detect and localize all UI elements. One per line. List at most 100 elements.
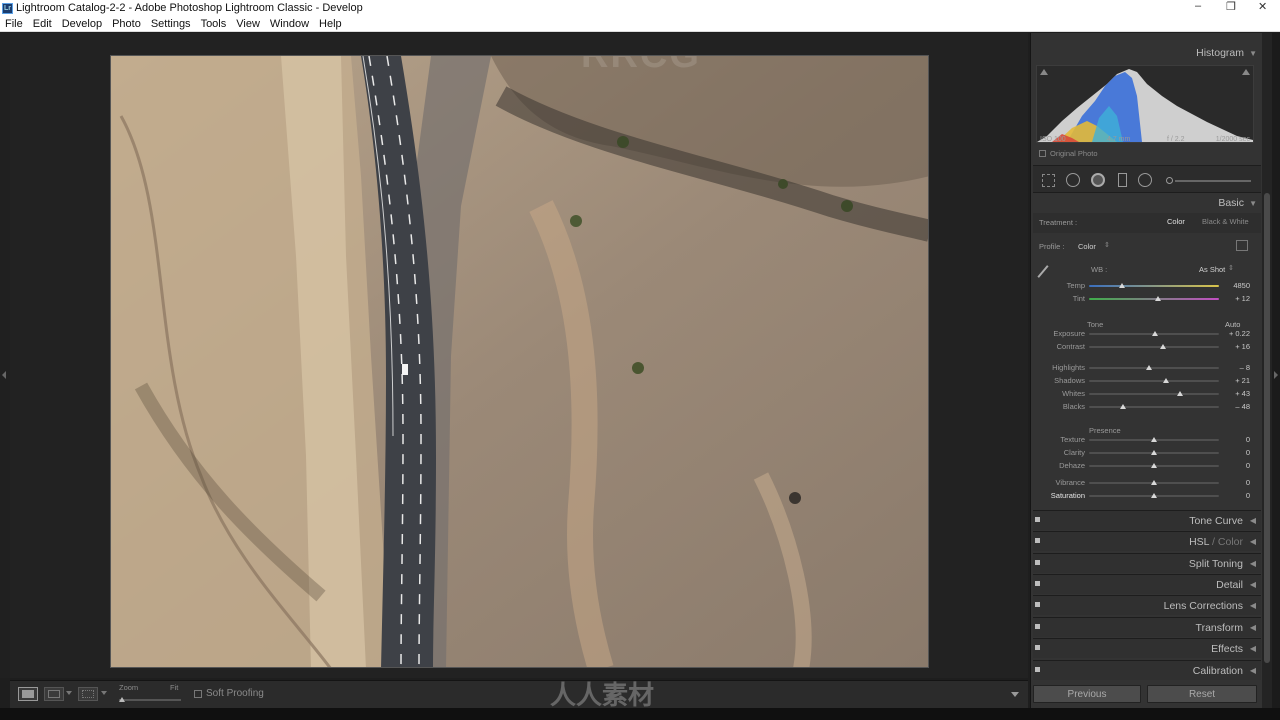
survey-view-button[interactable] — [78, 687, 98, 701]
temp-slider-thumb[interactable] — [1118, 283, 1125, 288]
zoom-slider-thumb[interactable] — [119, 697, 125, 702]
exposure-value[interactable]: + 0.22 — [1214, 329, 1250, 338]
saturation-slider-thumb[interactable] — [1151, 493, 1157, 498]
profile-chevron-icon[interactable]: ⇕ — [1104, 241, 1110, 249]
contrast-slider[interactable] — [1089, 344, 1219, 349]
dehaze-slider-thumb[interactable] — [1151, 463, 1157, 468]
dehaze-slider[interactable] — [1089, 463, 1219, 468]
profile-browser-grid-icon[interactable] — [1236, 240, 1248, 251]
soft-proofing-checkbox[interactable] — [194, 690, 202, 698]
panel-toggle-icon[interactable] — [1035, 560, 1040, 565]
menu-settings[interactable]: Settings — [146, 18, 196, 30]
dehaze-value[interactable]: 0 — [1214, 461, 1250, 470]
spot-removal-icon[interactable] — [1066, 173, 1080, 187]
hsl-tab[interactable]: HSL — [1189, 536, 1209, 548]
red-eye-icon[interactable] — [1091, 173, 1105, 187]
effects-section[interactable]: Effects ◀ — [1033, 638, 1261, 658]
collapse-right-panel-icon[interactable] — [1274, 371, 1278, 379]
collapse-triangle-icon[interactable]: ▼ — [1249, 49, 1257, 58]
vibrance-value[interactable]: 0 — [1214, 478, 1250, 487]
contrast-slider-thumb[interactable] — [1160, 344, 1167, 349]
wb-chevron-icon[interactable]: ⇕ — [1228, 264, 1234, 272]
highlight-clipping-icon[interactable] — [1242, 69, 1250, 75]
scrollbar-thumb[interactable] — [1264, 193, 1270, 663]
menu-help[interactable]: Help — [314, 18, 347, 30]
treatment-bw-option[interactable]: Black & White — [1202, 217, 1249, 226]
shadows-slider-thumb[interactable] — [1162, 378, 1169, 383]
chevron-down-icon[interactable] — [101, 691, 107, 695]
highlights-slider[interactable] — [1089, 365, 1219, 370]
vibrance-slider[interactable] — [1089, 480, 1219, 485]
previous-button[interactable]: Previous — [1033, 685, 1141, 703]
panel-toggle-icon[interactable] — [1035, 667, 1040, 672]
menu-photo[interactable]: Photo — [107, 18, 146, 30]
blacks-slider[interactable] — [1089, 404, 1219, 409]
saturation-slider[interactable] — [1089, 493, 1219, 498]
exposure-slider-thumb[interactable] — [1152, 331, 1159, 336]
menu-file[interactable]: File — [0, 18, 28, 30]
histogram-chart[interactable]: ISO 100 4.7 mm f / 2.2 1/2000 sec — [1036, 65, 1254, 143]
lens-corrections-section[interactable]: Lens Corrections ◀ — [1033, 595, 1261, 615]
aerial-road-photo[interactable]: RRCG — [110, 55, 929, 668]
maximize-button[interactable]: ❐ — [1226, 0, 1236, 13]
color-tab[interactable]: Color — [1218, 536, 1243, 548]
whites-slider-thumb[interactable] — [1177, 391, 1183, 396]
clarity-slider[interactable] — [1089, 450, 1219, 455]
exposure-slider[interactable] — [1089, 331, 1219, 336]
vibrance-slider-thumb[interactable] — [1151, 480, 1157, 485]
texture-slider[interactable] — [1089, 437, 1219, 442]
original-photo-checkbox[interactable] — [1039, 150, 1046, 157]
filmstrip-collapsed[interactable] — [0, 708, 1280, 720]
panel-toggle-icon[interactable] — [1035, 581, 1040, 586]
temp-value[interactable]: 4850 — [1214, 281, 1250, 290]
saturation-value[interactable]: 0 — [1214, 491, 1250, 500]
blacks-slider-thumb[interactable] — [1119, 404, 1126, 409]
treatment-color-option[interactable]: Color — [1167, 217, 1185, 226]
hsl-color-section[interactable]: HSL / Color ◀ — [1033, 531, 1261, 551]
transform-section[interactable]: Transform ◀ — [1033, 617, 1261, 637]
panel-toggle-icon[interactable] — [1035, 624, 1040, 629]
tone-auto-button[interactable]: Auto — [1225, 320, 1240, 329]
white-balance-eyedropper-icon[interactable] — [1037, 265, 1049, 278]
tint-value[interactable]: + 12 — [1214, 294, 1250, 303]
menu-window[interactable]: Window — [265, 18, 314, 30]
texture-slider-thumb[interactable] — [1151, 437, 1157, 442]
graduated-filter-icon[interactable] — [1118, 173, 1127, 187]
basic-panel-title[interactable]: Basic — [1218, 197, 1244, 209]
brush-icon[interactable] — [1166, 177, 1173, 184]
chevron-down-icon[interactable] — [66, 691, 72, 695]
shadows-value[interactable]: + 21 — [1214, 376, 1250, 385]
panel-toggle-icon[interactable] — [1035, 517, 1040, 522]
calibration-section[interactable]: Calibration ◀ — [1033, 660, 1261, 680]
brush-amount-slider[interactable] — [1175, 180, 1251, 182]
highlights-slider-thumb[interactable] — [1145, 365, 1152, 370]
menu-edit[interactable]: Edit — [28, 18, 57, 30]
highlights-value[interactable]: – 8 — [1214, 363, 1250, 372]
shadow-clipping-icon[interactable] — [1040, 69, 1048, 75]
detail-section[interactable]: Detail ◀ — [1033, 574, 1261, 594]
loupe-view-button[interactable] — [18, 687, 38, 701]
whites-value[interactable]: + 43 — [1214, 389, 1250, 398]
left-panel-collapsed[interactable] — [0, 33, 10, 678]
wb-dropdown[interactable]: As Shot — [1199, 265, 1225, 274]
close-button[interactable]: ✕ — [1258, 0, 1267, 13]
collapse-triangle-icon[interactable]: ▼ — [1249, 199, 1257, 208]
reset-button[interactable]: Reset — [1147, 685, 1257, 703]
tint-slider[interactable] — [1089, 296, 1219, 301]
tone-curve-section[interactable]: Tone Curve ◀ — [1033, 510, 1261, 530]
minimize-button[interactable]: – — [1195, 0, 1201, 12]
panel-scrollbar[interactable] — [1262, 33, 1272, 708]
whites-slider[interactable] — [1089, 391, 1219, 396]
menu-develop[interactable]: Develop — [57, 18, 107, 30]
clarity-slider-thumb[interactable] — [1151, 450, 1157, 455]
contrast-value[interactable]: + 16 — [1214, 342, 1250, 351]
tint-slider-thumb[interactable] — [1154, 296, 1161, 301]
toolbar-menu-chevron-icon[interactable] — [1011, 692, 1019, 697]
panel-toggle-icon[interactable] — [1035, 538, 1040, 543]
split-toning-section[interactable]: Split Toning ◀ — [1033, 553, 1261, 573]
blacks-value[interactable]: – 48 — [1214, 402, 1250, 411]
menu-view[interactable]: View — [231, 18, 265, 30]
zoom-slider[interactable] — [119, 697, 181, 702]
before-after-button[interactable] — [44, 687, 64, 701]
histogram-title[interactable]: Histogram — [1196, 47, 1244, 59]
